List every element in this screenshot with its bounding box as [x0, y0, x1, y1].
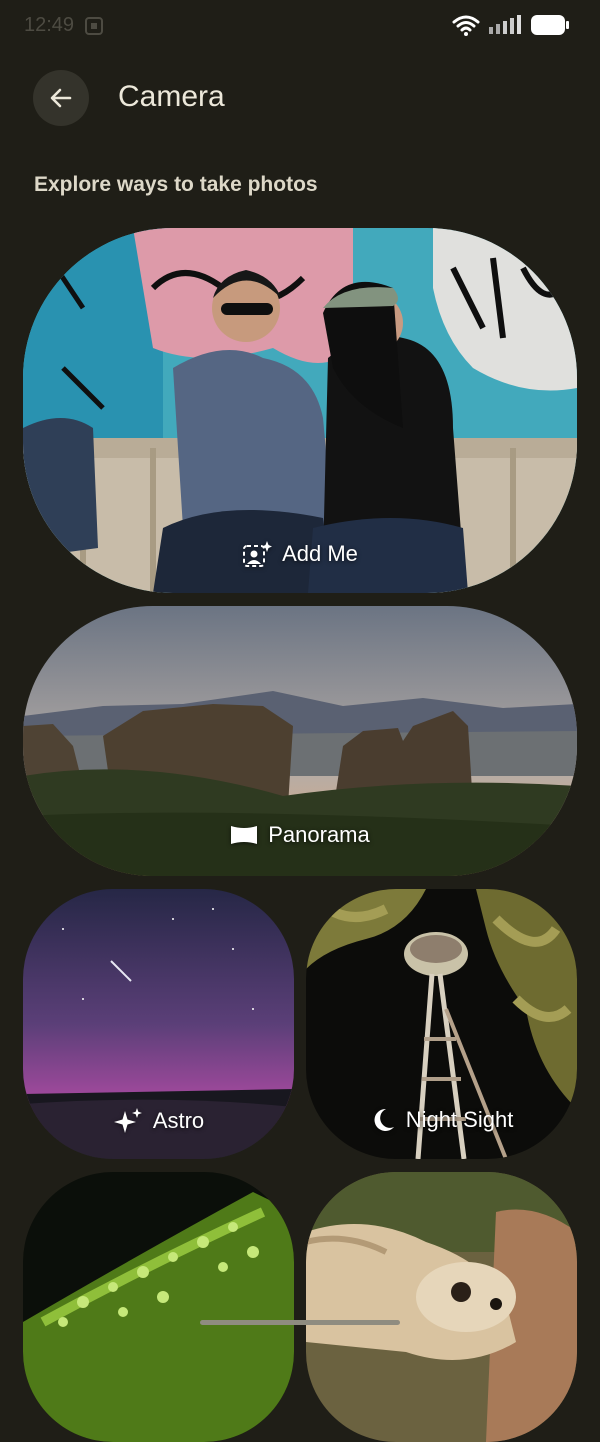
card-add-me-text: Add Me: [282, 541, 358, 566]
card-night-sight-text: Night Sight: [405, 1107, 514, 1132]
card-night-sight[interactable]: Night Sight: [306, 889, 577, 1159]
card-night-sight-label: Night Sight: [306, 1107, 577, 1133]
app-header: Camera: [0, 70, 600, 128]
section-title: Explore ways to take photos: [34, 173, 318, 196]
arrow-left-icon: [50, 88, 72, 108]
status-bar: 12:49: [0, 0, 600, 56]
home-indicator[interactable]: [200, 1320, 400, 1325]
moon-icon: [374, 1108, 394, 1131]
screen-cast-icon: [84, 16, 104, 41]
back-button[interactable]: [33, 70, 89, 126]
wifi-icon: [452, 14, 480, 41]
signal-icon: [488, 15, 522, 40]
macro-photo: [23, 1172, 294, 1442]
card-macro[interactable]: [23, 1172, 294, 1442]
status-time: 12:49: [24, 14, 75, 36]
panorama-icon: [231, 826, 258, 844]
sparkle-icon: [113, 1108, 142, 1133]
card-add-me[interactable]: Add Me: [23, 228, 577, 593]
add-me-icon: [243, 541, 273, 567]
page-title: Camera: [118, 80, 225, 113]
card-portrait[interactable]: [306, 1172, 577, 1442]
card-astro-label: Astro: [23, 1107, 294, 1135]
battery-icon: [530, 14, 570, 41]
card-add-me-label: Add Me: [23, 540, 577, 568]
card-panorama-text: Panorama: [268, 822, 370, 847]
card-astro-text: Astro: [152, 1108, 205, 1133]
card-panorama[interactable]: Panorama: [23, 606, 577, 876]
card-panorama-label: Panorama: [23, 822, 577, 848]
add-me-photo: [23, 228, 577, 593]
card-astro[interactable]: Astro: [23, 889, 294, 1159]
portrait-photo: [306, 1172, 577, 1442]
